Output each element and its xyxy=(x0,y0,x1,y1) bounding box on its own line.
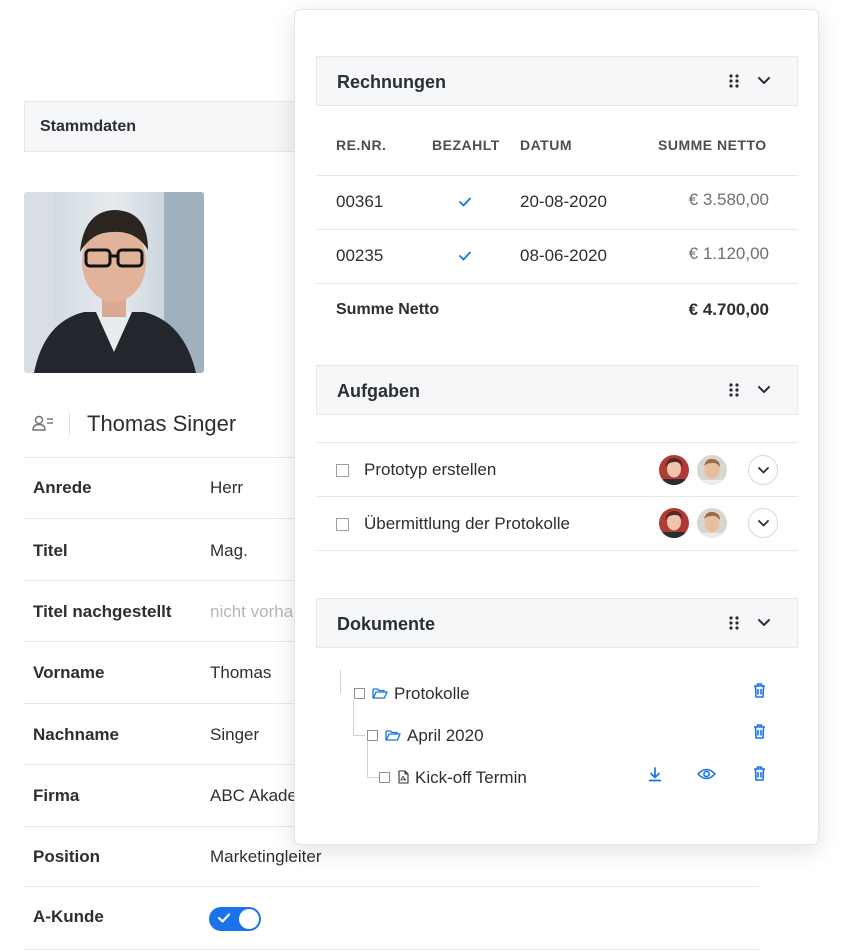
tree-label[interactable]: Protokolle xyxy=(394,684,470,704)
trash-icon[interactable] xyxy=(753,766,766,781)
person-name: Thomas Singer xyxy=(87,411,237,436)
invoice-amount: € 1.120,00 xyxy=(688,244,769,263)
tree-checkbox[interactable] xyxy=(354,688,365,699)
chevron-down-icon[interactable] xyxy=(757,385,771,394)
sum-label: Summe Netto xyxy=(336,301,440,318)
drag-handle-icon[interactable] xyxy=(729,74,739,88)
field-label: Nachname xyxy=(33,725,119,744)
avatar[interactable] xyxy=(697,455,727,485)
name-separator xyxy=(69,413,70,435)
download-icon[interactable] xyxy=(648,767,662,782)
rechnungen-header[interactable]: Rechnungen xyxy=(316,56,798,106)
folder-open-icon xyxy=(372,688,388,699)
drag-handle-icon[interactable] xyxy=(729,383,739,397)
chevron-down-icon[interactable] xyxy=(757,618,771,627)
divider xyxy=(316,283,798,284)
trash-icon[interactable] xyxy=(753,724,766,739)
profile-photo xyxy=(24,192,204,373)
aufgaben-title: Aufgaben xyxy=(337,381,420,401)
task-expand-button[interactable] xyxy=(748,508,778,538)
chevron-down-icon xyxy=(758,520,769,527)
drag-handle-icon[interactable] xyxy=(729,616,739,630)
dokumente-title: Dokumente xyxy=(337,614,436,634)
aufgaben-header[interactable]: Aufgaben xyxy=(316,365,798,415)
invoice-date: 08-06-2020 xyxy=(520,246,607,265)
tree-connector xyxy=(353,700,354,736)
trash-icon[interactable] xyxy=(753,683,766,698)
col-header-summe[interactable]: SUMME NETTO xyxy=(658,137,767,153)
invoice-nr[interactable]: 00361 xyxy=(336,192,383,212)
stammdaten-title: Stammdaten xyxy=(40,118,137,135)
dokumente-header[interactable]: Dokumente xyxy=(316,598,798,648)
field-value[interactable]: Mag. xyxy=(210,541,248,561)
col-header-renr[interactable]: RE.NR. xyxy=(336,137,386,153)
field-label: Vorname xyxy=(33,663,105,682)
divider xyxy=(316,442,798,443)
field-label: Anrede xyxy=(33,478,92,497)
field-label: Titel xyxy=(33,541,68,560)
tree-checkbox[interactable] xyxy=(367,730,378,741)
pdf-file-icon xyxy=(398,770,409,784)
avatar[interactable] xyxy=(659,455,689,485)
rechnungen-title: Rechnungen xyxy=(337,72,447,92)
tree-label[interactable]: Kick-off Termin xyxy=(415,768,527,788)
eye-icon[interactable] xyxy=(697,768,716,780)
avatar[interactable] xyxy=(659,508,689,538)
task-label: Übermittlung der Protokolle xyxy=(364,514,570,533)
tree-connector xyxy=(340,670,341,694)
tree-checkbox[interactable] xyxy=(379,772,390,783)
avatar[interactable] xyxy=(697,508,727,538)
field-value[interactable]: Thomas xyxy=(210,663,271,683)
invoice-amount: € 3.580,00 xyxy=(688,190,769,209)
stammdaten-header[interactable]: Stammdaten xyxy=(24,101,324,152)
task-label: Prototyp erstellen xyxy=(364,460,497,479)
tree-connector xyxy=(367,742,368,778)
divider xyxy=(316,496,798,497)
task-checkbox[interactable] xyxy=(336,464,349,477)
invoice-date: 20-08-2020 xyxy=(520,192,607,211)
tree-label[interactable]: April 2020 xyxy=(407,726,484,746)
a-kunde-toggle[interactable] xyxy=(209,907,261,931)
field-value[interactable]: Herr xyxy=(210,478,243,498)
divider xyxy=(316,175,798,176)
field-label: Position xyxy=(33,847,101,866)
field-label: A-Kunde xyxy=(33,907,104,926)
folder-open-icon xyxy=(385,730,401,741)
field-label: Firma xyxy=(33,786,80,805)
invoice-nr[interactable]: 00235 xyxy=(336,246,383,266)
col-header-bezahlt[interactable]: BEZAHLT xyxy=(432,137,500,153)
person-name-row: Thomas Singer xyxy=(24,404,324,444)
chevron-down-icon xyxy=(758,467,769,474)
chevron-down-icon[interactable] xyxy=(757,76,771,85)
checkmark-icon xyxy=(459,251,471,261)
field-value[interactable]: Marketingleiter xyxy=(210,847,322,867)
tree-connector xyxy=(367,777,379,778)
col-header-datum[interactable]: DATUM xyxy=(520,137,572,153)
task-checkbox[interactable] xyxy=(336,518,349,531)
toggle-knob xyxy=(239,909,259,929)
field-a-kunde: A-Kunde xyxy=(24,887,759,950)
detail-card: Rechnungen RE.NR. BEZAHLT DATUM SUMME NE… xyxy=(294,9,819,845)
field-value[interactable]: Singer xyxy=(210,725,259,745)
task-expand-button[interactable] xyxy=(748,455,778,485)
field-label: Titel nachgestellt xyxy=(33,602,172,621)
sum-value: € 4.700,00 xyxy=(688,300,769,319)
checkmark-icon xyxy=(459,197,471,207)
divider xyxy=(316,550,798,551)
checkmark-icon xyxy=(217,913,231,923)
contact-icon xyxy=(32,415,53,431)
divider xyxy=(316,229,798,230)
tree-connector xyxy=(353,735,365,736)
